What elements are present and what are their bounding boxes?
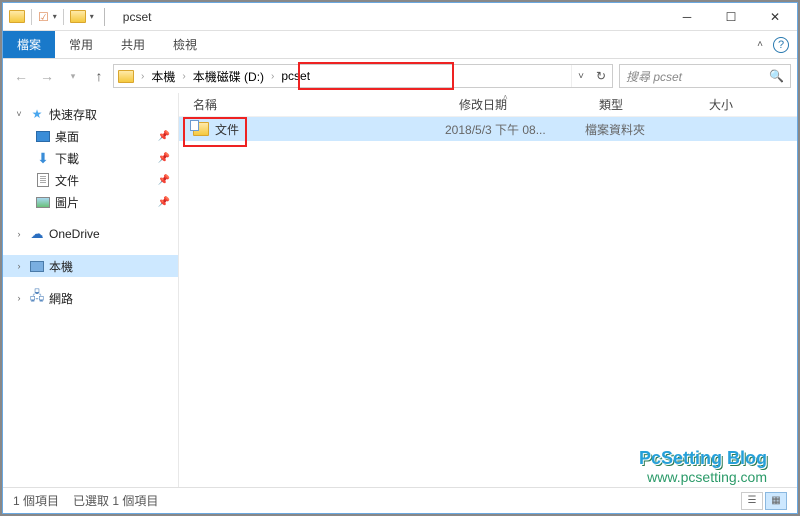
column-name[interactable]: 名稱: [179, 96, 459, 113]
nav-documents[interactable]: 文件 📌: [3, 169, 178, 191]
address-dropdown-icon[interactable]: ˅: [571, 65, 590, 87]
breadcrumb-root[interactable]: 本機: [147, 65, 179, 87]
nav-desktop[interactable]: 桌面 📌: [3, 125, 178, 147]
minimize-button[interactable]: ─: [665, 3, 709, 31]
nav-onedrive[interactable]: › ☁ OneDrive: [3, 223, 178, 245]
folder-icon: [70, 10, 86, 23]
explorer-window: ☑ ▾ ▾ pcset ─ ☐ ✕ 檔案 常用 共用 檢視 ˄ ? ← → ▾ …: [2, 2, 798, 514]
refresh-button[interactable]: ↻: [590, 69, 612, 83]
file-name: 文件: [215, 121, 239, 138]
chevron-right-icon[interactable]: ›: [268, 71, 277, 82]
tab-home[interactable]: 常用: [55, 31, 107, 58]
chevron-right-icon[interactable]: ›: [13, 261, 25, 271]
network-icon: 🖧: [29, 291, 45, 305]
cloud-icon: ☁: [29, 227, 45, 241]
column-type[interactable]: 類型: [599, 96, 709, 113]
address-bar[interactable]: › 本機 › 本機磁碟 (D:) › pcset ˅ ↻: [113, 64, 613, 88]
pin-icon: 📌: [158, 175, 170, 186]
close-button[interactable]: ✕: [753, 3, 797, 31]
file-row[interactable]: 文件 2018/5/3 下午 08... 檔案資料夾: [179, 117, 797, 141]
sort-indicator-icon: ˄: [503, 93, 508, 102]
tab-view[interactable]: 檢視: [159, 31, 211, 58]
forward-button[interactable]: →: [35, 64, 59, 88]
nav-quick-access[interactable]: ˅ ★ 快速存取: [3, 103, 178, 125]
window-title: pcset: [123, 10, 152, 24]
view-thumbnails-button[interactable]: ▦: [765, 492, 787, 510]
status-selected-count: 已選取 1 個項目: [73, 492, 158, 509]
file-type: 檔案資料夾: [585, 121, 695, 138]
search-input[interactable]: 搜尋 pcset 🔍: [619, 64, 791, 88]
folder-documents-icon: [193, 122, 209, 136]
ribbon-tabs: 檔案 常用 共用 檢視 ˄ ?: [3, 31, 797, 59]
pin-icon: 📌: [158, 197, 170, 208]
up-button[interactable]: ↑: [87, 64, 111, 88]
titlebar: ☑ ▾ ▾ pcset ─ ☐ ✕: [3, 3, 797, 31]
qat-menu-icon[interactable]: ▾: [90, 12, 94, 21]
qat-dropdown-icon[interactable]: ▾: [53, 12, 57, 21]
column-date[interactable]: 修改日期: [459, 96, 599, 113]
file-date: 2018/5/3 下午 08...: [445, 121, 585, 138]
star-icon: ★: [29, 107, 45, 121]
search-placeholder: 搜尋 pcset: [626, 68, 769, 85]
nav-network[interactable]: › 🖧 網路: [3, 287, 178, 309]
pin-icon: 📌: [158, 153, 170, 164]
maximize-button[interactable]: ☐: [709, 3, 753, 31]
pin-icon: 📌: [158, 131, 170, 142]
document-icon: [37, 173, 49, 187]
chevron-right-icon[interactable]: ›: [13, 293, 25, 303]
pictures-icon: [36, 197, 50, 208]
view-details-button[interactable]: ☰: [741, 492, 763, 510]
recent-dropdown-icon[interactable]: ▾: [61, 64, 85, 88]
chevron-right-icon[interactable]: ›: [138, 71, 147, 82]
chevron-right-icon[interactable]: ›: [13, 229, 25, 239]
pc-icon: [30, 261, 44, 272]
nav-downloads[interactable]: ⬇ 下載 📌: [3, 147, 178, 169]
chevron-right-icon[interactable]: ›: [179, 71, 188, 82]
navigation-bar: ← → ▾ ↑ › 本機 › 本機磁碟 (D:) › pcset ˅ ↻ 搜尋 …: [3, 59, 797, 93]
help-icon[interactable]: ?: [773, 37, 789, 53]
status-bar: 1 個項目 已選取 1 個項目 ☰ ▦: [3, 487, 797, 513]
navigation-pane: ˅ ★ 快速存取 桌面 📌 ⬇ 下載 📌 文件 📌 圖片: [3, 93, 179, 487]
tab-share[interactable]: 共用: [107, 31, 159, 58]
tab-file[interactable]: 檔案: [3, 31, 55, 58]
status-item-count: 1 個項目: [13, 492, 59, 509]
annotation-highlight: [298, 62, 454, 90]
app-icon: [9, 10, 25, 23]
search-icon[interactable]: 🔍: [769, 69, 784, 83]
nav-pictures[interactable]: 圖片 📌: [3, 191, 178, 213]
ribbon-collapse-icon[interactable]: ˄: [757, 39, 763, 50]
back-button[interactable]: ←: [9, 64, 33, 88]
address-folder-icon: [118, 70, 134, 83]
breadcrumb-folder[interactable]: pcset: [277, 65, 314, 87]
nav-this-pc[interactable]: › 本機: [3, 255, 178, 277]
chevron-down-icon[interactable]: ˅: [13, 109, 25, 119]
download-icon: ⬇: [35, 151, 51, 165]
breadcrumb-drive[interactable]: 本機磁碟 (D:): [189, 65, 268, 87]
qat-properties-icon[interactable]: ☑: [38, 10, 49, 24]
desktop-icon: [36, 131, 50, 142]
column-size[interactable]: 大小: [709, 96, 789, 113]
column-headers: 名稱 ˄ 修改日期 類型 大小: [179, 93, 797, 117]
file-list-pane: 名稱 ˄ 修改日期 類型 大小 文件 2018/5/3 下午 08... 檔案資…: [179, 93, 797, 487]
